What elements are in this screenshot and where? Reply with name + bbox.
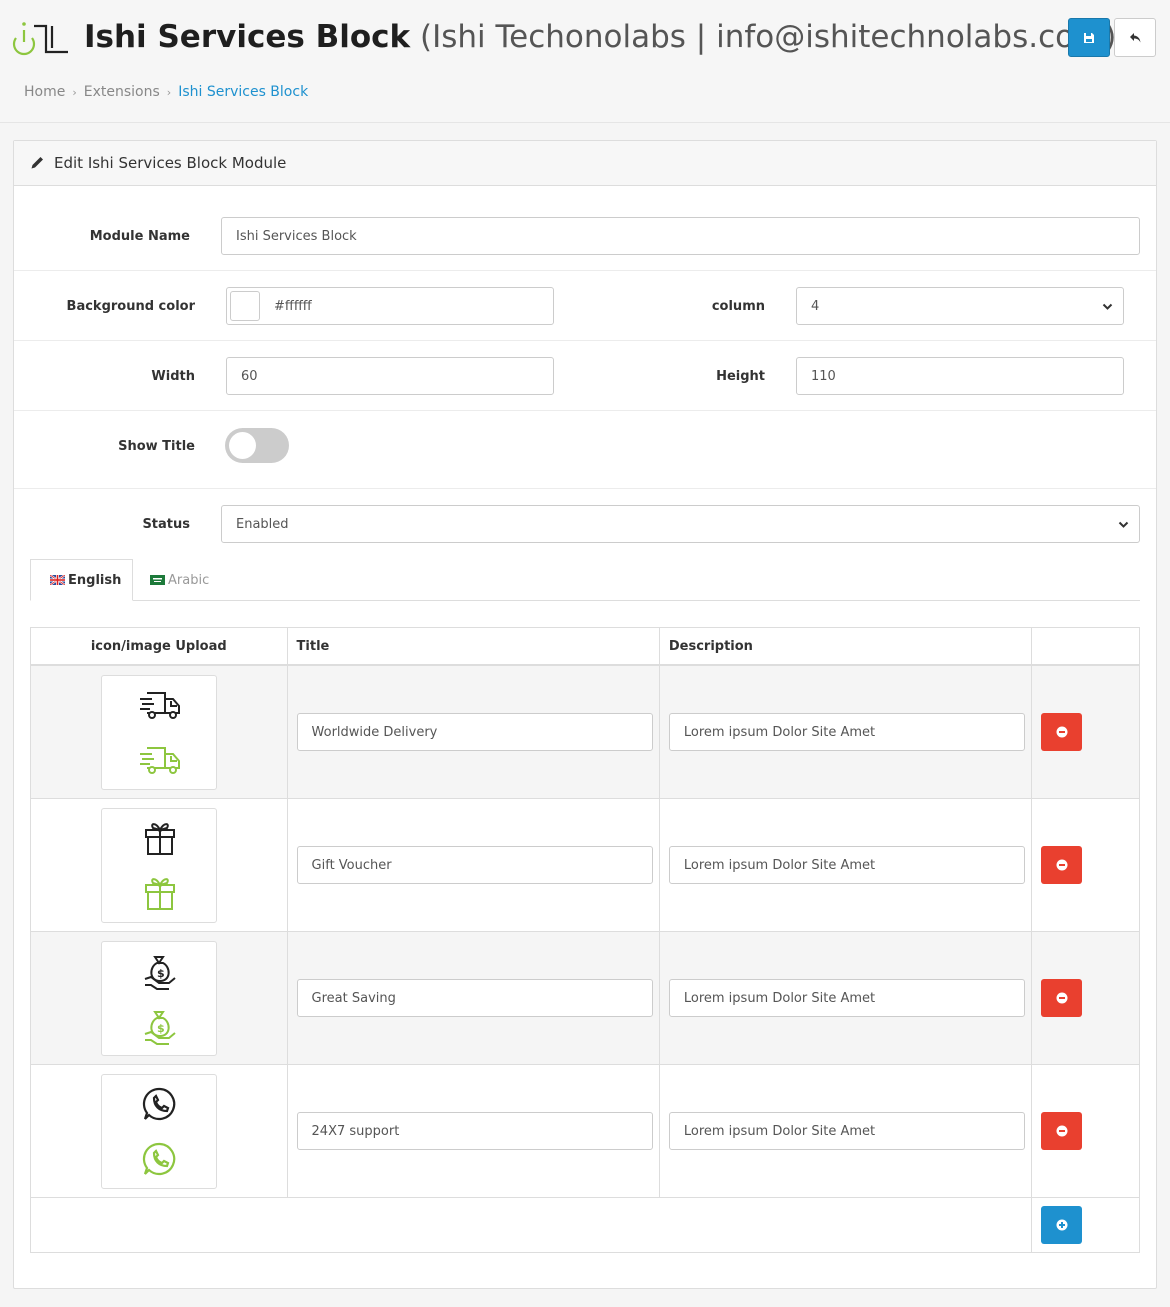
module-name-label: Module Name [89, 229, 190, 244]
minus-circle-icon [1056, 859, 1068, 871]
image-upload-thumb[interactable] [100, 1073, 217, 1189]
save-button[interactable] [1068, 18, 1110, 57]
breadcrumb-extensions[interactable]: Extensions [84, 84, 160, 100]
width-label: Width [151, 369, 195, 384]
page-title-author: (Ishi Techonolabs | info@ishitechnolabs.… [420, 19, 1117, 55]
table-row: Worldwide Delivery Lorem ipsum Dolor Sit… [31, 666, 1139, 799]
breadcrumb-separator: › [166, 86, 172, 99]
breadcrumb-current[interactable]: Ishi Services Block [178, 84, 308, 100]
tab-arabic[interactable]: Arabic [150, 559, 209, 601]
chevron-down-icon [1102, 303, 1113, 310]
column-label: column [711, 299, 765, 314]
bg-color-input[interactable]: #ffffff [226, 287, 554, 325]
height-input[interactable]: 110 [796, 357, 1124, 395]
image-upload-thumb[interactable]: $ $ [100, 940, 217, 1056]
height-label: Height [716, 369, 765, 384]
gift-icon [144, 822, 175, 855]
col-actions [1032, 628, 1139, 664]
edit-module-panel: Edit Ishi Services Block Module Module N… [13, 140, 1157, 1289]
saudi-flag-icon [150, 575, 165, 585]
tab-english[interactable]: English [30, 559, 133, 601]
page-title-main: Ishi Services Block [84, 19, 411, 55]
show-title-row: Show Title [14, 411, 1156, 489]
minus-circle-icon [1056, 992, 1068, 1004]
title-input[interactable]: Worldwide Delivery [296, 713, 653, 751]
breadcrumb: Home › Extensions › Ishi Services Block [24, 84, 308, 100]
module-name-row: Module Name Ishi Services Block [14, 186, 1156, 271]
status-select[interactable]: Enabled [221, 505, 1140, 543]
table-row: Gift Voucher Lorem ipsum Dolor Site Amet [31, 799, 1139, 932]
whatsapp-icon [142, 1142, 176, 1175]
pencil-icon [31, 157, 43, 169]
status-row: Status Enabled [14, 489, 1156, 559]
breadcrumb-home[interactable]: Home [24, 84, 65, 100]
table-footer [31, 1198, 1139, 1252]
minus-circle-icon [1056, 1125, 1068, 1137]
svg-text:$: $ [157, 967, 165, 980]
width-input[interactable]: 60 [226, 357, 554, 395]
description-input[interactable]: Lorem ipsum Dolor Site Amet [668, 1112, 1025, 1150]
show-title-toggle[interactable] [225, 428, 289, 463]
gift-icon [144, 877, 175, 910]
page-title: Ishi Services Block (Ishi Techonolabs | … [84, 16, 1116, 58]
minus-circle-icon [1056, 726, 1068, 738]
color-swatch[interactable] [230, 291, 260, 321]
panel-title: Edit Ishi Services Block Module [54, 154, 287, 172]
svg-text:$: $ [157, 1022, 165, 1035]
money-bag-hand-icon: $ [144, 1010, 176, 1045]
size-row: Width 60 Height 110 [14, 341, 1156, 411]
status-value: Enabled [236, 516, 289, 532]
money-bag-hand-icon: $ [144, 955, 176, 990]
back-button[interactable] [1114, 18, 1156, 57]
table-header: icon/image Upload Title Description [31, 628, 1139, 666]
remove-row-button[interactable] [1041, 713, 1083, 751]
ishi-logo [12, 22, 68, 56]
language-tabs: English Arabic [30, 559, 1140, 601]
title-input[interactable]: Gift Voucher [296, 846, 653, 884]
column-select[interactable]: 4 [796, 287, 1124, 325]
whatsapp-icon [142, 1087, 176, 1120]
reply-arrow-icon [1129, 32, 1140, 42]
title-input[interactable]: 24X7 support [296, 1112, 653, 1150]
col-title: Title [288, 628, 660, 664]
description-input[interactable]: Lorem ipsum Dolor Site Amet [668, 979, 1025, 1017]
breadcrumb-separator: › [72, 86, 77, 99]
module-name-input[interactable]: Ishi Services Block [221, 217, 1140, 255]
description-input[interactable]: Lorem ipsum Dolor Site Amet [668, 713, 1025, 751]
col-icon-upload: icon/image Upload [31, 628, 288, 664]
chevron-down-icon [1118, 521, 1129, 528]
tab-english-label: English [68, 572, 122, 588]
image-upload-thumb[interactable] [100, 674, 217, 790]
bg-color-value: #ffffff [274, 298, 312, 314]
tab-arabic-label: Arabic [168, 572, 210, 588]
bg-color-row: Background color #ffffff column 4 [14, 271, 1156, 341]
page-header: Ishi Services Block (Ishi Techonolabs | … [0, 0, 1170, 123]
uk-flag-icon [50, 575, 65, 585]
image-upload-thumb[interactable] [100, 807, 217, 923]
description-input[interactable]: Lorem ipsum Dolor Site Amet [668, 846, 1025, 884]
bg-color-label: Background color [66, 299, 195, 314]
status-label: Status [142, 517, 190, 532]
table-row: $ $ Great Saving Lorem ipsum Dolor Site … [31, 932, 1139, 1065]
plus-circle-icon [1056, 1219, 1068, 1231]
panel-heading: Edit Ishi Services Block Module [14, 141, 1156, 186]
delivery-truck-icon [139, 691, 180, 719]
column-value: 4 [811, 298, 820, 314]
remove-row-button[interactable] [1041, 846, 1083, 884]
remove-row-button[interactable] [1041, 979, 1083, 1017]
col-description: Description [660, 628, 1033, 664]
delivery-truck-icon [139, 746, 180, 774]
title-input[interactable]: Great Saving [296, 979, 653, 1017]
toggle-knob [229, 432, 256, 459]
remove-row-button[interactable] [1041, 1112, 1083, 1150]
floppy-disk-icon [1084, 32, 1094, 43]
show-title-label: Show Title [118, 439, 195, 454]
table-row: 24X7 support Lorem ipsum Dolor Site Amet [31, 1065, 1139, 1198]
add-row-button[interactable] [1041, 1206, 1083, 1244]
services-table: icon/image Upload Title Description Worl… [30, 627, 1140, 1253]
